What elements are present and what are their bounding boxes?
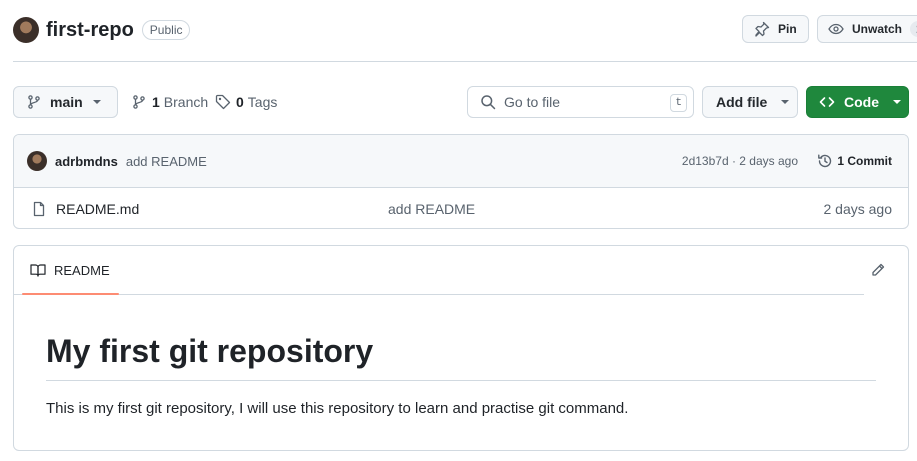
eye-icon: [828, 21, 844, 37]
author-avatar[interactable]: [27, 151, 47, 171]
tag-icon: [215, 94, 231, 110]
active-tab-indicator: [22, 293, 119, 295]
file-name[interactable]: README.md: [56, 201, 139, 217]
branch-count-label: Branch: [163, 94, 209, 110]
code-label: Code: [844, 94, 879, 110]
readme-paragraph: This is my first git repository, I will …: [46, 400, 629, 417]
latest-commit-bar: adrbmdns add README 2d13b7d · 2 days ago…: [14, 135, 908, 188]
branches-link[interactable]: 1 Branch: [131, 94, 208, 110]
tag-count: 0: [236, 94, 244, 110]
readme-panel: README My first git repository This is m…: [13, 245, 909, 451]
chevron-down-icon: [92, 100, 101, 104]
readme-tab-label: README: [54, 262, 110, 278]
search-input[interactable]: [504, 94, 654, 110]
file-age: 2 days ago: [823, 200, 893, 217]
tab-readme[interactable]: README: [22, 246, 119, 294]
branch-name: main: [50, 94, 83, 110]
file-browser: adrbmdns add README 2d13b7d · 2 days ago…: [13, 134, 909, 229]
branch-select-button[interactable]: main: [13, 86, 118, 118]
code-button[interactable]: Code: [806, 86, 909, 118]
readme-heading: My first git repository: [46, 331, 876, 381]
pencil-icon[interactable]: [870, 262, 886, 278]
history-icon: [817, 153, 833, 169]
header-divider: [13, 61, 917, 62]
unwatch-button[interactable]: Unwatch 1: [817, 15, 917, 43]
book-icon: [30, 262, 46, 278]
add-file-button[interactable]: Add file: [702, 86, 798, 118]
branch-icon: [131, 94, 147, 110]
commit-message[interactable]: add README: [126, 154, 207, 169]
commits-link[interactable]: 1 Commit: [817, 153, 892, 169]
repo-name[interactable]: first-repo: [46, 19, 134, 42]
visibility-badge: Public: [141, 20, 191, 40]
branch-count: 1: [152, 94, 160, 110]
readme-content: My first git repository This is my first…: [14, 295, 908, 417]
readme-tabbar: README: [14, 246, 864, 295]
watch-count: 1: [910, 21, 917, 37]
pin-label: Pin: [778, 22, 797, 36]
unwatch-label: Unwatch: [852, 22, 903, 36]
go-to-file-search[interactable]: t: [467, 86, 694, 118]
pin-button[interactable]: Pin: [742, 15, 809, 43]
commit-count-label: 1 Commit: [837, 154, 892, 168]
search-shortcut-key: t: [670, 94, 687, 112]
commit-author[interactable]: adrbmdns: [55, 154, 118, 169]
file-row[interactable]: README.md add README 2 days ago: [14, 188, 908, 228]
repo-header: first-repo Public: [13, 16, 191, 44]
branch-icon: [26, 94, 42, 110]
search-icon: [480, 94, 496, 110]
tag-count-label: Tags: [247, 94, 278, 110]
tags-link[interactable]: 0 Tags: [215, 94, 277, 110]
add-file-label: Add file: [716, 94, 768, 110]
code-icon: [819, 94, 835, 110]
owner-avatar[interactable]: [13, 17, 39, 43]
commit-hash-date[interactable]: 2d13b7d · 2 days ago: [682, 154, 798, 168]
pin-icon: [754, 21, 770, 37]
chevron-down-icon: [781, 100, 790, 104]
file-icon: [31, 201, 47, 217]
file-commit-message[interactable]: add README: [388, 201, 475, 217]
chevron-down-icon: [893, 100, 901, 104]
